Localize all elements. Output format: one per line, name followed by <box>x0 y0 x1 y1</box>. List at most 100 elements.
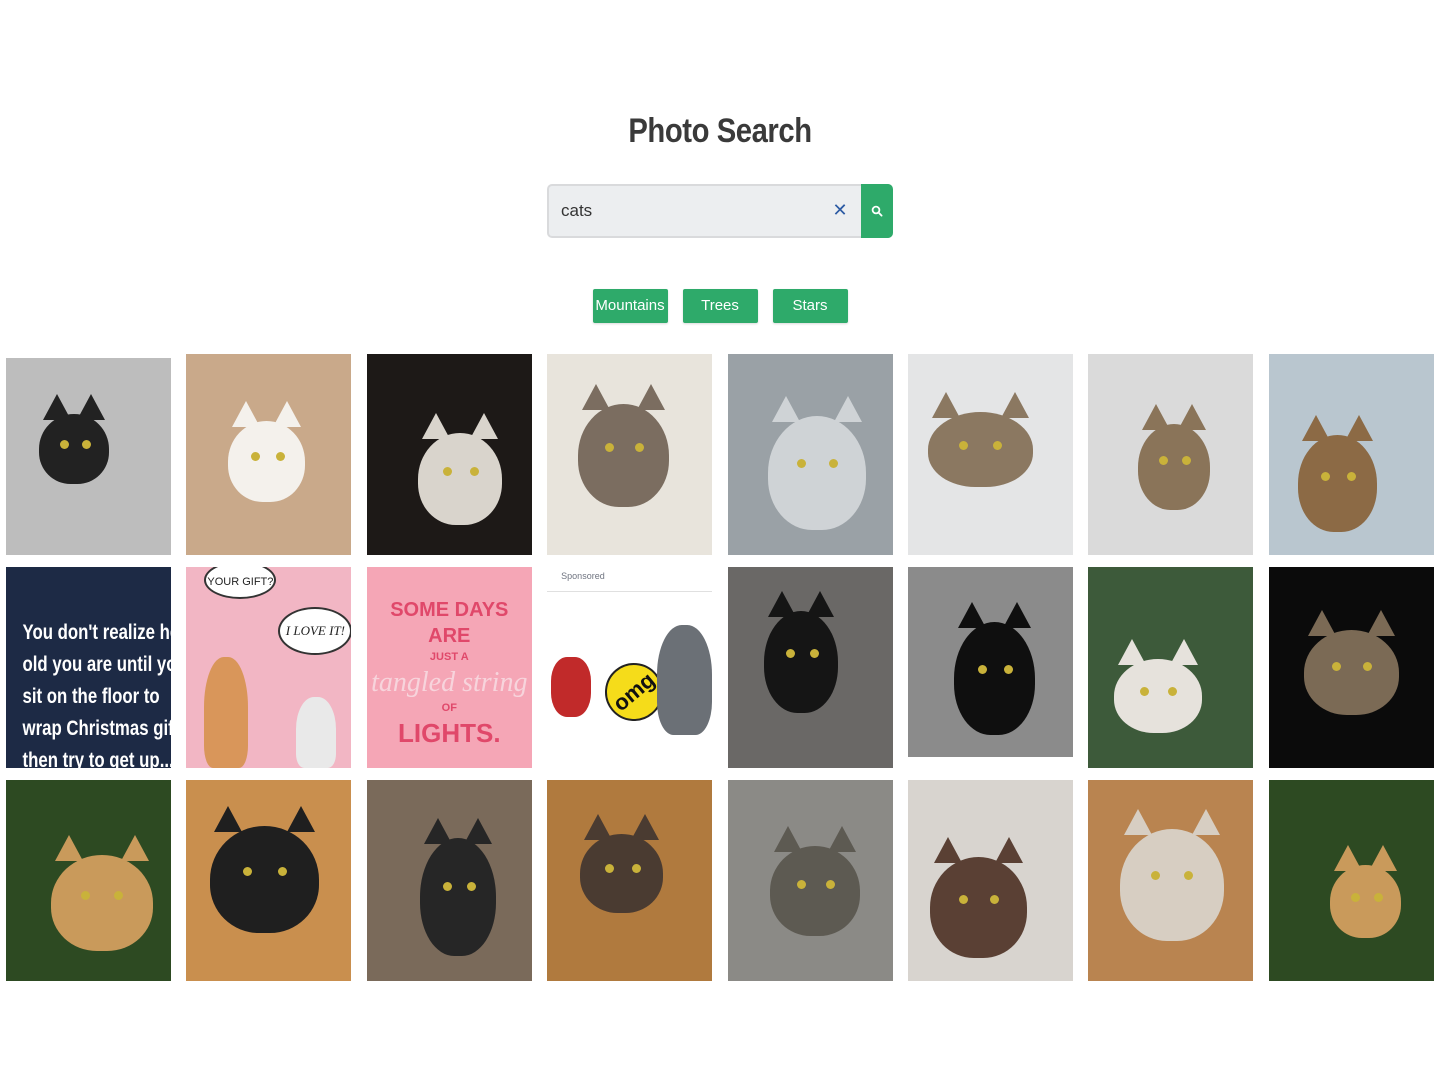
search-input[interactable] <box>561 186 821 236</box>
cat-eye <box>1168 686 1178 696</box>
photo-thumbnail[interactable] <box>907 780 1073 981</box>
cat-eye <box>825 879 835 889</box>
photo-thumbnail[interactable] <box>907 567 1073 757</box>
cat-eye <box>1346 471 1356 481</box>
cat-eye <box>277 866 287 876</box>
cat-ear <box>957 602 986 628</box>
divider <box>547 591 713 592</box>
cat-figure <box>50 854 153 951</box>
photo-thumbnail[interactable] <box>907 354 1073 555</box>
cat-ear <box>214 806 243 832</box>
search-icon <box>871 205 883 217</box>
cat-eye <box>81 440 91 450</box>
cat-ear <box>582 384 611 410</box>
tag-stars[interactable]: Stars <box>772 289 848 323</box>
photo-thumbnail[interactable] <box>1088 354 1254 555</box>
cat-figure <box>1113 658 1202 733</box>
photo-thumbnail[interactable] <box>1088 780 1254 981</box>
photo-thumbnail[interactable] <box>1088 567 1254 768</box>
suggested-tags: Mountains Trees Stars <box>0 289 1440 323</box>
cat-figure <box>228 421 306 502</box>
cat-eye <box>1351 892 1361 902</box>
photo-caption-line: wrap Christmas gifts <box>22 717 172 740</box>
cat-ear <box>1177 403 1206 430</box>
cat-ear <box>120 834 149 861</box>
close-icon[interactable]: ✕ <box>829 200 851 222</box>
cat-eye <box>631 864 641 874</box>
photo-caption: You don't realize how old you are until y… <box>22 617 172 768</box>
cat-eye <box>605 864 615 874</box>
lettering: SOME DAYS ARE JUST A tangled string OF LIGHT… <box>367 597 532 749</box>
cat-figure <box>1119 828 1224 941</box>
cat-eye <box>797 879 807 889</box>
photo-thumbnail[interactable] <box>547 780 713 981</box>
photo-thumbnail[interactable] <box>1268 567 1434 768</box>
cat-ear <box>774 825 803 852</box>
cat-figure <box>578 404 670 507</box>
photo-thumbnail[interactable] <box>1268 780 1434 981</box>
cat-ear <box>631 814 660 840</box>
cat-eye <box>243 866 253 876</box>
cat-eye <box>1362 662 1372 672</box>
photo-caption-line: You don't realize how <box>22 621 172 644</box>
cat-eye <box>634 443 644 453</box>
lettering-line: tangled string <box>371 667 528 698</box>
cat-ear <box>1169 638 1198 665</box>
cat-ear <box>1344 415 1373 441</box>
photo-thumbnail[interactable]: YOUR GIFT? I LOVE IT! <box>186 567 352 768</box>
cat-ear <box>994 837 1023 863</box>
cat-eye <box>828 458 838 468</box>
photo-thumbnail[interactable] <box>366 354 532 555</box>
cat-ear <box>1366 610 1395 636</box>
photo-thumbnail[interactable] <box>727 567 893 768</box>
cartoon-cat <box>296 697 337 768</box>
cat-figure <box>580 834 664 913</box>
cat-figure <box>770 845 861 936</box>
photo-thumbnail[interactable] <box>186 354 352 555</box>
cat-ear <box>273 401 302 427</box>
photo-thumbnail[interactable] <box>727 354 893 555</box>
cat-ear <box>1141 403 1170 430</box>
cat-figure <box>418 432 503 525</box>
cat-eye <box>113 890 123 900</box>
cat-ear <box>422 412 451 439</box>
cat-ear <box>1307 610 1336 636</box>
photo-thumbnail[interactable] <box>1268 354 1434 555</box>
cat-ear <box>828 825 857 852</box>
photo-thumbnail[interactable] <box>366 780 532 981</box>
tag-trees[interactable]: Trees <box>682 289 758 323</box>
cat-ear <box>232 401 261 427</box>
photo-search-page: Photo Search ✕ Mountains Trees Stars You… <box>0 0 1440 1080</box>
photo-thumbnail[interactable]: Sponsored omg <box>547 567 713 768</box>
cat-figure <box>764 610 839 713</box>
lettering-line: LIGHTS. <box>398 718 501 748</box>
photo-thumbnail[interactable] <box>6 358 171 555</box>
cat-eye <box>1373 892 1383 902</box>
cat-figure <box>929 857 1027 958</box>
page-title: Photo Search <box>628 112 812 150</box>
cat-ear <box>834 395 863 422</box>
cat-figure <box>1329 865 1401 938</box>
search-button[interactable] <box>861 184 893 238</box>
sponsored-label: Sponsored <box>561 571 605 581</box>
cat-figure <box>1303 630 1399 715</box>
photo-grid: You don't realize how old you are until y… <box>6 354 1434 981</box>
cat-ear <box>1333 845 1362 871</box>
search-box: ✕ <box>547 184 861 238</box>
photo-thumbnail[interactable]: You don't realize how old you are until y… <box>6 567 171 768</box>
comic-bubble: I LOVE IT! <box>278 607 352 655</box>
cat-eye <box>1151 871 1161 881</box>
cat-ear <box>424 817 453 844</box>
photo-caption-line: sit on the floor to <box>22 685 160 708</box>
photo-thumbnail[interactable] <box>186 780 352 981</box>
cat-ear <box>1117 638 1146 665</box>
photo-thumbnail[interactable] <box>6 780 171 981</box>
cat-ear <box>931 392 960 418</box>
photo-thumbnail[interactable]: SOME DAYS ARE JUST A tangled string OF LIGHT… <box>366 567 532 768</box>
tag-mountains[interactable]: Mountains <box>592 289 668 323</box>
cat-ear <box>584 814 613 840</box>
cat-ear <box>806 590 835 617</box>
photo-thumbnail[interactable] <box>727 780 893 981</box>
photo-thumbnail[interactable] <box>547 354 713 555</box>
cat-ear <box>287 806 316 832</box>
